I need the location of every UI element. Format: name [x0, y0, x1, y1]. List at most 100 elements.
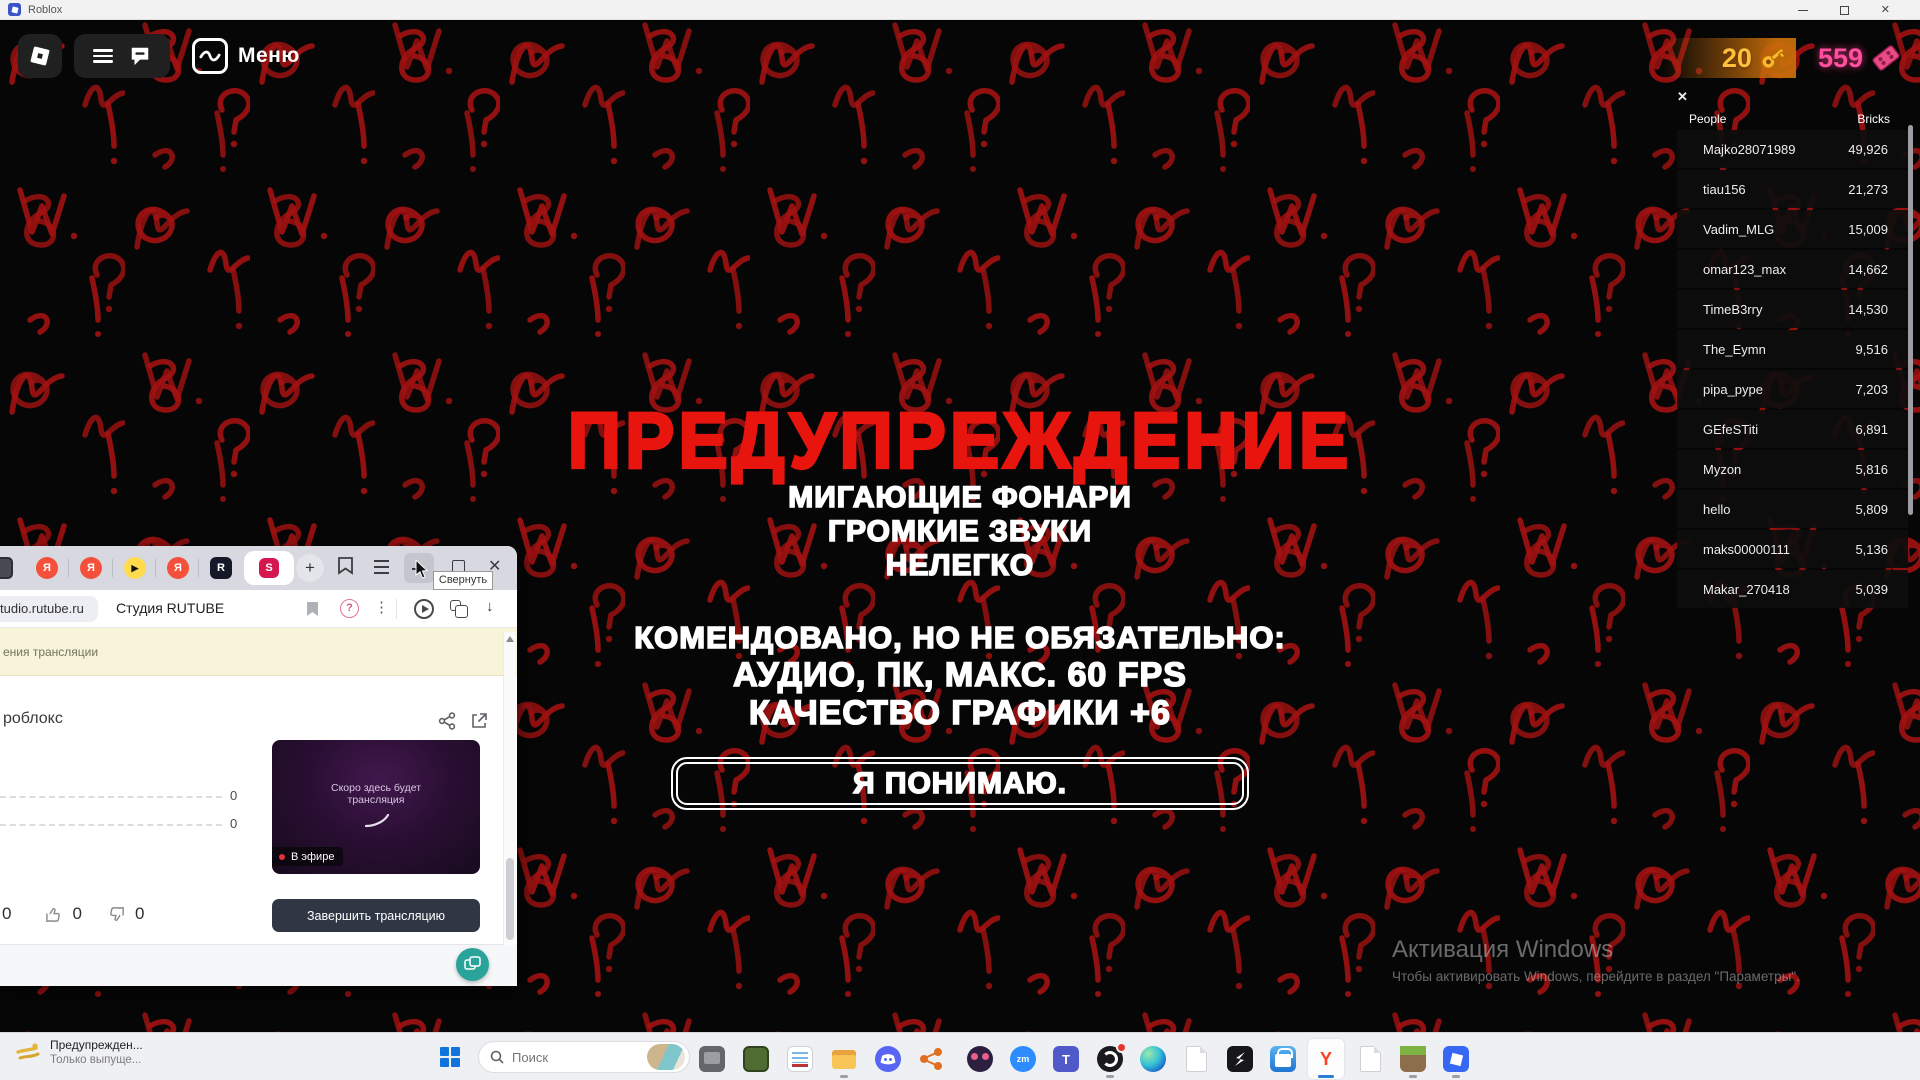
leaderboard-row[interactable]: tiau15621,273: [1677, 170, 1908, 208]
minimize-tooltip: Свернуть: [433, 571, 493, 590]
menu-label: Меню: [238, 44, 300, 68]
tab-music-icon[interactable]: ▶: [124, 557, 146, 579]
taskbar-app-owl[interactable]: [962, 1039, 998, 1079]
window-close-button[interactable]: ✕: [1881, 0, 1890, 20]
keys-counter: 20: [1662, 38, 1796, 78]
bookmark-icon[interactable]: [306, 601, 319, 617]
scrollbar-thumb[interactable]: [506, 858, 514, 940]
leaderboard-row[interactable]: Myzon5,816: [1677, 450, 1908, 488]
player-name: Majko28071989: [1703, 142, 1796, 157]
feedback-icon[interactable]: ?: [340, 599, 359, 618]
new-tab-button[interactable]: +: [296, 554, 324, 582]
player-name: Makar_270418: [1703, 582, 1790, 597]
roblox-logo-button[interactable]: [18, 34, 62, 78]
taskbar-app-gray-box[interactable]: [694, 1039, 730, 1079]
more-options-icon[interactable]: ⋮: [374, 598, 389, 616]
player-name: omar123_max: [1703, 262, 1786, 277]
thumb-down-icon[interactable]: [108, 906, 125, 923]
hamburger-icon[interactable]: [93, 49, 113, 63]
external-link-icon[interactable]: [470, 712, 488, 730]
taskbar-document-icon-2[interactable]: [1352, 1039, 1388, 1079]
end-stream-button[interactable]: Завершить трансляцию: [272, 899, 480, 932]
taskbar-app-share[interactable]: [913, 1039, 949, 1079]
thumb-up-icon[interactable]: [45, 906, 62, 923]
leaderboard-close-icon[interactable]: ✕: [1677, 90, 1688, 104]
obs-icon[interactable]: [1092, 1039, 1128, 1079]
browser-scrollbar[interactable]: [503, 632, 516, 946]
leaderboard-row[interactable]: Vadim_MLG15,009: [1677, 210, 1908, 248]
player-bricks: 49,926: [1848, 142, 1888, 157]
tab-yandex-icon-3[interactable]: Я: [167, 557, 189, 579]
edge-icon[interactable]: [1135, 1039, 1171, 1079]
leaderboard-scrollbar[interactable]: [1908, 125, 1913, 515]
tab-yandex-icon[interactable]: Я: [36, 557, 58, 579]
minecraft-icon[interactable]: [1395, 1039, 1431, 1079]
taskbar-document-icon[interactable]: [1178, 1039, 1214, 1079]
screen: Roblox ✕ Меню: [0, 0, 1920, 1080]
i-understand-button[interactable]: Я ПОНИМАЮ.: [671, 757, 1249, 810]
chat-icon[interactable]: [129, 45, 151, 67]
leaderboard-row[interactable]: hello5,809: [1677, 490, 1908, 528]
taskbar-weather-widget[interactable]: Предупрежден... Только выпуще...: [14, 1038, 143, 1066]
people-header: People: [1689, 112, 1726, 126]
address-bar[interactable]: tudio.rutube.ru: [0, 596, 98, 622]
tab-rutube-studio-active[interactable]: S: [244, 551, 294, 585]
side-panel-icon[interactable]: [337, 556, 354, 575]
taskbar-app-green-cube[interactable]: [738, 1039, 774, 1079]
player-name: Myzon: [1703, 462, 1741, 477]
roblox-app-icon[interactable]: [1438, 1039, 1474, 1079]
leaderboard-row[interactable]: GEfeSTiti 6,891: [1677, 410, 1908, 448]
stream-stats: 0 0 0: [0, 904, 144, 924]
start-button[interactable]: [440, 1047, 460, 1067]
leaderboard-row[interactable]: omar123_max14,662: [1677, 250, 1908, 288]
leaderboard-row[interactable]: maks000001115,136: [1677, 530, 1908, 568]
player-bricks: 14,530: [1848, 302, 1888, 317]
share-icon[interactable]: [438, 712, 456, 730]
video-player-icon[interactable]: [414, 599, 434, 619]
bricks-header: Bricks: [1857, 112, 1890, 126]
leaderboard-row[interactable]: pipa_pype 7,203: [1677, 370, 1908, 408]
taskbar-app-notes[interactable]: [782, 1039, 818, 1079]
taskbar-app-black-s[interactable]: [1222, 1039, 1258, 1079]
bricks-amount: 559: [1818, 43, 1863, 74]
stream-preview[interactable]: Скоро здесь будет трансляция В эфире: [272, 740, 480, 874]
leaderboard-row[interactable]: Makar_2704185,039: [1677, 570, 1908, 608]
player-name: The_Eymn: [1703, 342, 1766, 357]
ms-store-icon[interactable]: [1265, 1039, 1301, 1079]
metric-zero-top: 0: [230, 788, 237, 803]
tab-yandex-icon-2[interactable]: Я: [80, 557, 102, 579]
yandex-browser-icon[interactable]: Y: [1308, 1039, 1344, 1079]
taskbar-search[interactable]: [478, 1041, 690, 1073]
tab-groups-icon[interactable]: [450, 600, 461, 611]
leaderboard-row[interactable]: TimeB3rry14,530: [1677, 290, 1908, 328]
tab-rutube-icon[interactable]: R: [210, 557, 232, 579]
scroll-up-icon[interactable]: [506, 636, 514, 642]
help-fab-button[interactable]: [456, 948, 489, 981]
player-name: GEfeSTiti: [1703, 422, 1758, 437]
t-letter: T: [1062, 1052, 1070, 1067]
teams-icon[interactable]: T: [1048, 1039, 1084, 1079]
leaderboard-row[interactable]: Majko28071989 49,926: [1677, 130, 1908, 168]
player-name: pipa_pype: [1703, 382, 1763, 397]
search-highlight-image[interactable]: [647, 1044, 685, 1070]
roblox-window-icon: [8, 3, 21, 16]
browser-menu-icon[interactable]: [374, 560, 389, 574]
leaderboard-row[interactable]: The_Eymn9,516: [1677, 330, 1908, 368]
zoom-icon[interactable]: zm: [1005, 1039, 1041, 1079]
search-input[interactable]: [512, 1050, 622, 1065]
menu-button[interactable]: Меню: [192, 38, 300, 74]
weather-title: Предупрежден...: [50, 1038, 143, 1052]
window-title: Roblox: [28, 4, 62, 16]
file-explorer-icon[interactable]: [826, 1039, 862, 1079]
player-bricks: 7,203: [1855, 382, 1888, 397]
window-minimize-button[interactable]: [1798, 10, 1808, 11]
player-bricks: 6,891: [1855, 422, 1888, 437]
browser-footer: [0, 944, 517, 986]
tab-favicon-cut[interactable]: [0, 557, 13, 579]
live-dot-icon: [279, 854, 285, 860]
roblox-hud: Меню: [18, 34, 300, 78]
downloads-icon[interactable]: ↓: [486, 598, 494, 615]
notification-bar: ения трансляции: [0, 628, 517, 676]
discord-icon[interactable]: [870, 1039, 906, 1079]
window-maximize-button[interactable]: [1840, 6, 1849, 15]
